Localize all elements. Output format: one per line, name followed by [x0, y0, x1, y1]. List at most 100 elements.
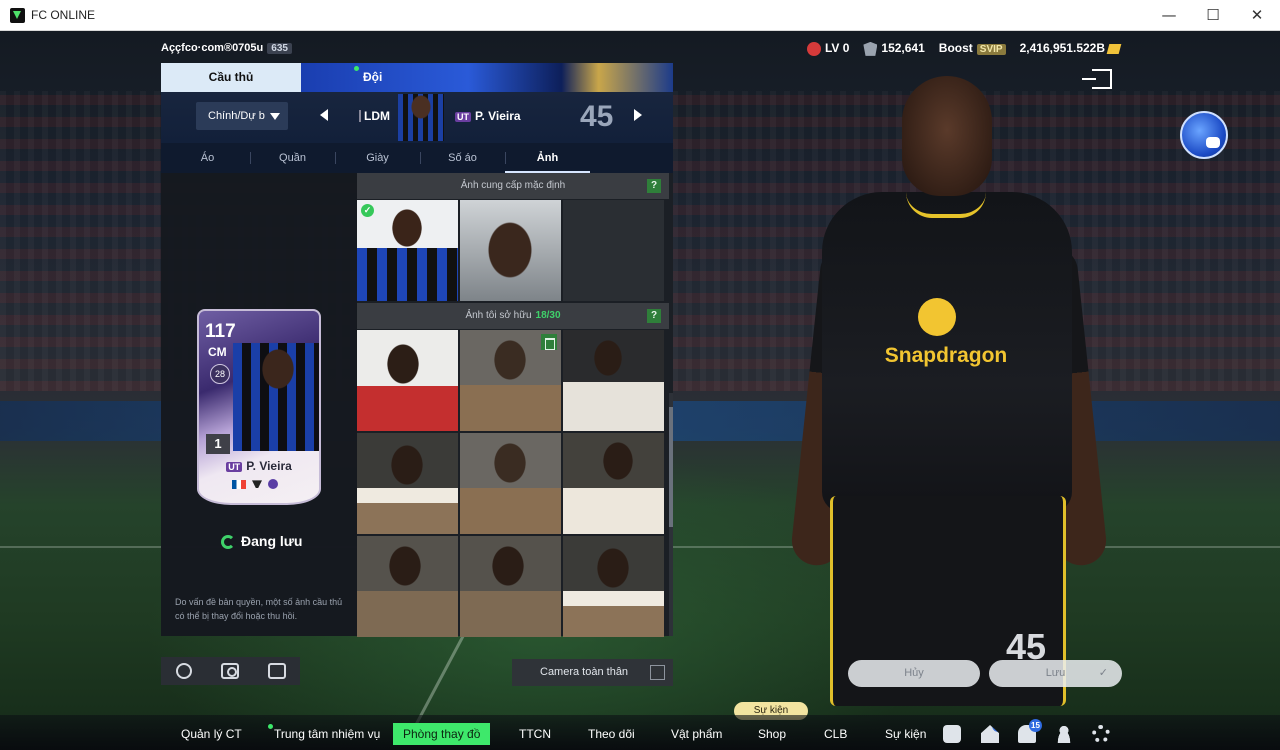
- nav-ttcn[interactable]: TTCN: [519, 723, 551, 745]
- nav-events[interactable]: Sự kiện: [885, 723, 926, 745]
- points-indicator[interactable]: 152,641: [863, 41, 925, 56]
- bell-icon[interactable]: 15: [1018, 719, 1042, 743]
- player-selector: Chính/Dự b LDM UT P. Vieira 45: [161, 92, 673, 143]
- player-position: LDM: [359, 110, 390, 122]
- photo-tile[interactable]: [357, 330, 458, 431]
- tab-team-label: Đội: [363, 70, 383, 84]
- tab-team[interactable]: Đội: [301, 63, 673, 92]
- photo-tile[interactable]: [460, 536, 561, 637]
- trash-icon[interactable]: [541, 334, 557, 350]
- nav-club[interactable]: CLB: [824, 723, 847, 745]
- photo-tile[interactable]: [357, 536, 458, 637]
- main-tabs: Cầu thủ Đội: [161, 63, 673, 92]
- home-icon[interactable]: 3: [981, 725, 999, 743]
- nav-manage-players[interactable]: Quản lý CT: [181, 723, 242, 745]
- card-badge: 28: [210, 364, 230, 384]
- profile-icon[interactable]: [1055, 725, 1073, 743]
- game-viewport: Aççfco·com®0705u 635 LV 0 152,641 Boost SV…: [0, 31, 1280, 750]
- photo-tile[interactable]: [563, 330, 664, 431]
- squad-dropdown[interactable]: Chính/Dự b: [196, 102, 288, 130]
- nav-mission-center[interactable]: Trung tâm nhiệm vụ: [268, 723, 381, 745]
- lv-label: LV 0: [824, 41, 850, 55]
- help-icon[interactable]: ?: [647, 179, 661, 193]
- chevron-down-icon: [270, 113, 280, 120]
- copyright-note: Do vấn đề bản quyền, một số ảnh cầu thủ …: [175, 597, 343, 621]
- squad-dropdown-value: Chính/Dự b: [208, 110, 265, 122]
- card-season-tag: UT: [226, 461, 243, 472]
- card-ovr: 117: [205, 321, 236, 342]
- checkmark-icon: ✓: [1098, 667, 1108, 679]
- app-logo-icon: [10, 8, 25, 23]
- nav-shop[interactable]: Shop: [758, 723, 786, 745]
- help-icon[interactable]: ?: [647, 309, 661, 323]
- photo-tile[interactable]: [460, 330, 561, 431]
- player-thumbnail: [398, 94, 444, 141]
- locker-panel: Cầu thủ Đội Chính/Dự b LDM UT P. Vieira 4…: [161, 63, 673, 637]
- prev-player-arrow-icon[interactable]: [320, 109, 328, 121]
- zoom-search-icon[interactable]: [175, 663, 192, 679]
- camera-icon[interactable]: [220, 663, 239, 679]
- owned-photos-header: Ảnh tôi sở hữu 18/30 ?: [357, 303, 669, 329]
- photo-tile[interactable]: ✓: [357, 200, 458, 301]
- friends-chat-icon[interactable]: [1180, 111, 1228, 159]
- home-badge: 3: [992, 725, 999, 732]
- photo-tile[interactable]: [357, 433, 458, 534]
- lv-indicator[interactable]: LV 0: [806, 41, 850, 56]
- nav-follow[interactable]: Theo dõi: [588, 723, 635, 745]
- player-name: UT P. Vieira: [455, 109, 521, 123]
- season-tag: UT: [455, 111, 471, 122]
- boost-label: Boost: [938, 41, 973, 56]
- owned-photos-title: Ảnh tôi sở hữu: [465, 310, 532, 321]
- photo-tile[interactable]: [563, 536, 664, 637]
- shield-icon: [863, 41, 878, 56]
- boost-indicator[interactable]: Boost SVIP: [938, 41, 1006, 56]
- photo-tile[interactable]: [460, 433, 561, 534]
- tab-player[interactable]: Cầu thủ: [161, 63, 301, 92]
- notification-dot: [268, 724, 273, 729]
- chat-icon[interactable]: [943, 725, 961, 743]
- subtab-photo[interactable]: Ảnh: [505, 143, 590, 173]
- window-title: FC ONLINE: [31, 8, 96, 22]
- save-button-label: Lưu: [1045, 667, 1066, 679]
- player-card: 117 CM 28 1 UT P. Vieira: [197, 309, 321, 505]
- player-photo: [357, 536, 458, 637]
- subtab-boots[interactable]: Giày: [335, 143, 420, 173]
- currency-indicator[interactable]: 2,416,951.522B: [1019, 41, 1122, 56]
- scrollbar-thumb[interactable]: [669, 407, 673, 527]
- nav-locker-room[interactable]: Phòng thay đồ: [393, 723, 491, 745]
- card-grade: 1: [206, 434, 230, 454]
- card-name-text: P. Vieira: [246, 459, 292, 473]
- gallery-scrollbar[interactable]: [669, 393, 673, 636]
- photo-tile[interactable]: [460, 200, 561, 301]
- player-name-text: P. Vieira: [475, 109, 521, 123]
- next-player-arrow-icon[interactable]: [634, 109, 642, 121]
- saving-label: Đang lưu: [241, 533, 303, 549]
- player-photo: [563, 433, 664, 534]
- card-flags: [232, 479, 278, 490]
- league-icon: [252, 480, 262, 489]
- currency-value: 2,416,951.522B: [1019, 41, 1105, 56]
- view-tools: [161, 657, 300, 685]
- camera-full-checkbox[interactable]: [650, 665, 665, 680]
- save-button[interactable]: Lưu ✓: [989, 660, 1122, 687]
- photo-tile[interactable]: [563, 433, 664, 534]
- cancel-button[interactable]: Hủy: [848, 660, 980, 687]
- nav-items[interactable]: Vật phẩm: [671, 723, 722, 745]
- bell-badge: 15: [1029, 719, 1042, 732]
- default-photos-header: Ảnh cung cấp mặc định ?: [357, 173, 669, 199]
- player-photo: [357, 200, 458, 301]
- card-photo: [233, 343, 319, 451]
- subtab-shirt[interactable]: Áo: [165, 143, 250, 173]
- nav-mission-center-label: Trung tâm nhiệm vụ: [274, 727, 381, 741]
- player-photo: [563, 330, 664, 431]
- subtab-number[interactable]: Số áo: [420, 143, 505, 173]
- image-swap-icon[interactable]: [267, 663, 286, 679]
- maximize-button[interactable]: ☐: [1190, 0, 1236, 31]
- kit-subtabs: Áo Quần Giày Số áo Ảnh: [161, 143, 673, 173]
- sponsor-logo-icon: [918, 298, 956, 336]
- minimize-button[interactable]: —: [1146, 0, 1192, 31]
- close-button[interactable]: ✕: [1234, 0, 1280, 31]
- subtab-shorts[interactable]: Quần: [250, 143, 335, 173]
- gear-icon[interactable]: [1092, 725, 1110, 743]
- camera-full-toggle[interactable]: Camera toàn thân: [512, 659, 673, 686]
